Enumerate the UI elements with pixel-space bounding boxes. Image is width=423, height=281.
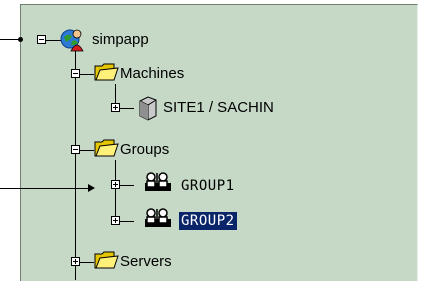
tree-connector bbox=[46, 40, 61, 41]
tree-connector bbox=[120, 221, 134, 222]
tree-connector bbox=[80, 74, 94, 75]
expand-toggle-site[interactable] bbox=[111, 103, 120, 112]
server-icon bbox=[136, 95, 158, 126]
expand-toggle-group2[interactable] bbox=[111, 216, 120, 225]
tree-connector bbox=[80, 262, 94, 263]
tree-item-group1-label[interactable]: GROUP1 bbox=[181, 177, 235, 195]
expand-toggle-group1[interactable] bbox=[111, 180, 120, 189]
collapse-toggle-machines[interactable] bbox=[71, 69, 80, 78]
tree-connector bbox=[120, 108, 134, 109]
tree-connector bbox=[115, 160, 116, 222]
callout-arrowhead-group1 bbox=[88, 184, 95, 192]
collapse-toggle-groups[interactable] bbox=[71, 145, 80, 154]
folder-icon bbox=[94, 137, 120, 164]
tree-item-group2-label[interactable]: GROUP2 bbox=[179, 212, 237, 230]
group-icon bbox=[143, 207, 173, 234]
folder-icon bbox=[94, 249, 120, 276]
tree-connector bbox=[120, 185, 134, 186]
tree-connector bbox=[75, 47, 76, 280]
callout-line-top bbox=[0, 39, 20, 40]
tree-connector bbox=[80, 150, 94, 151]
tree-item-site-label[interactable]: SITE1 / SACHIN bbox=[163, 99, 274, 117]
callout-dot-top bbox=[18, 37, 23, 42]
tree-item-groups-label[interactable]: Groups bbox=[120, 141, 169, 159]
tree-item-servers-label[interactable]: Servers bbox=[120, 253, 172, 271]
collapse-toggle-root[interactable] bbox=[37, 35, 46, 44]
tree-item-root-label[interactable]: simpapp bbox=[92, 31, 149, 49]
tree-item-machines-label[interactable]: Machines bbox=[120, 65, 184, 83]
globe-person-icon bbox=[60, 26, 86, 57]
callout-line-group1 bbox=[0, 188, 90, 189]
expand-toggle-servers[interactable] bbox=[71, 257, 80, 266]
folder-icon bbox=[94, 61, 120, 88]
group-icon bbox=[143, 171, 173, 198]
